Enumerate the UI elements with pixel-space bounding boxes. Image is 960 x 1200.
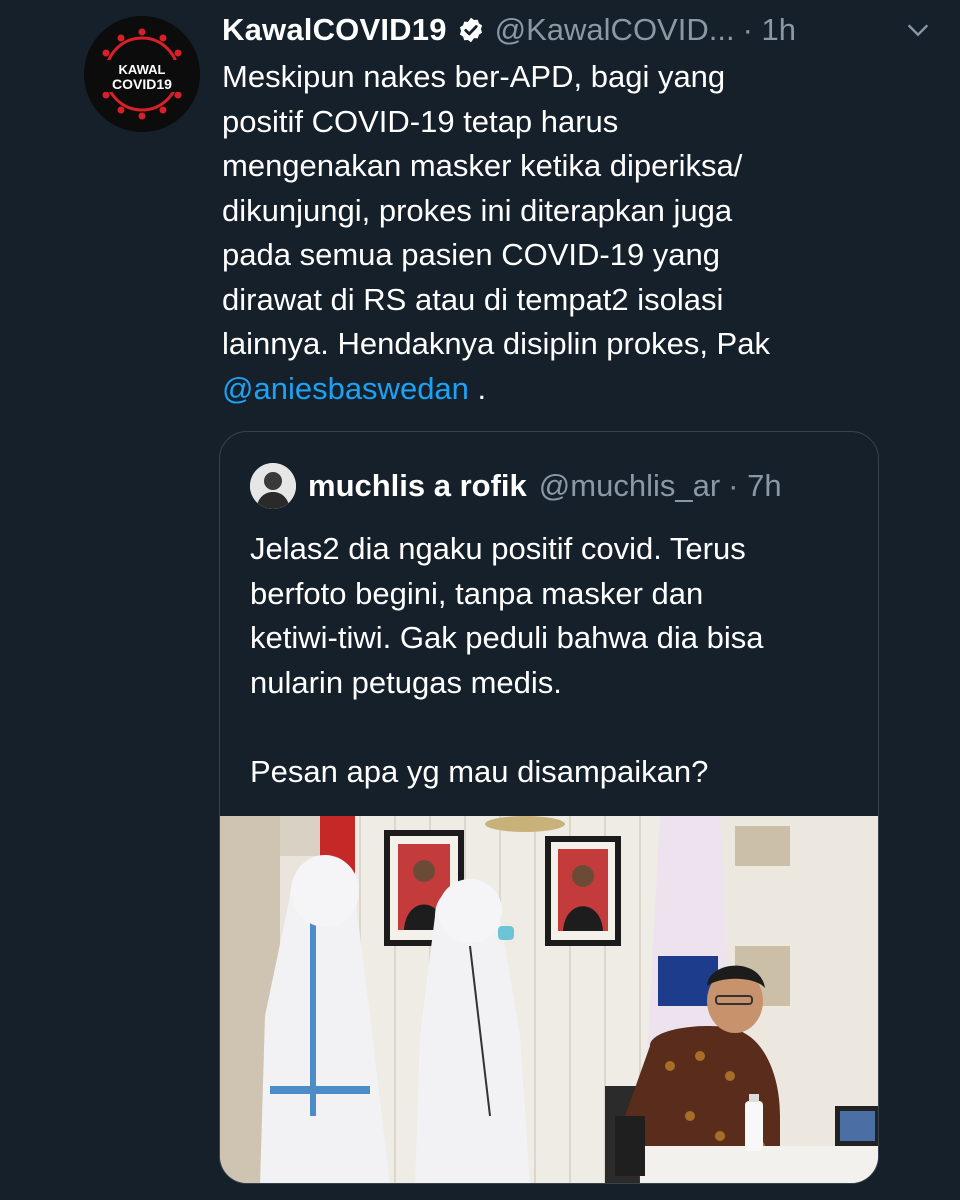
quoted-handle[interactable]: @muchlis_ar	[539, 468, 720, 504]
tweet-text: Meskipun nakes ber-APD, bagi yang positi…	[222, 55, 902, 411]
quoted-timestamp[interactable]: · 7h	[728, 468, 781, 504]
tweet-header: KawalCOVID19 @KawalCOVID... · 1h	[222, 8, 890, 52]
tweet-text-body: Meskipun nakes ber-APD, bagi yang positi…	[222, 59, 770, 361]
quoted-display-name[interactable]: muchlis a rofik	[308, 468, 527, 504]
mention-link[interactable]: @aniesbaswedan	[222, 371, 469, 406]
logo-text-line1: KAWAL	[119, 62, 166, 77]
chevron-down-icon[interactable]	[904, 16, 932, 44]
timestamp[interactable]: · 1h	[743, 12, 796, 48]
logo-text-line2: COVID19	[112, 76, 172, 92]
tweet-text-end: .	[468, 370, 487, 406]
quoted-tweet-card[interactable]: muchlis a rofik @muchlis_ar · 7h Jelas2 …	[219, 431, 879, 1184]
quoted-tweet-header: muchlis a rofik @muchlis_ar · 7h	[250, 462, 858, 510]
handle[interactable]: @KawalCOVID...	[495, 12, 735, 48]
quoted-tweet-text: Jelas2 dia ngaku positif covid. Terus be…	[250, 531, 764, 789]
quoted-tweet-photo[interactable]	[220, 816, 878, 1183]
avatar-kawalcovid19[interactable]: KAWAL COVID19	[84, 16, 200, 132]
kawalcovid19-logo: KAWAL COVID19	[84, 16, 200, 132]
verified-badge-icon	[459, 17, 482, 43]
avatar-muchlis	[250, 463, 296, 509]
display-name[interactable]: KawalCOVID19	[222, 12, 447, 48]
photo-scene	[220, 816, 878, 1183]
